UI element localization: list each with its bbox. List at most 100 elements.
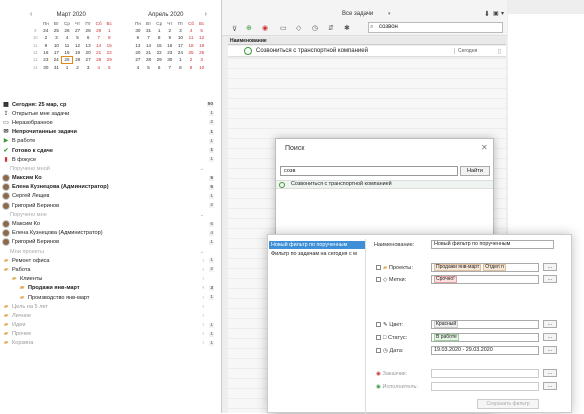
- person-item[interactable]: Григорий Беринов 2: [0, 201, 220, 210]
- sidebar-item[interactable]: ✔ Готово к сдаче 1: [0, 146, 220, 155]
- chevron-left-icon[interactable]: ‹: [202, 258, 204, 264]
- window-icon[interactable]: ▣: [493, 10, 499, 17]
- calendar-day[interactable]: 28: [143, 56, 154, 63]
- executor-more-button[interactable]: ...: [543, 382, 557, 390]
- calendar-day[interactable]: 24: [41, 27, 52, 34]
- project-tag[interactable]: Продажи янв-март: [434, 264, 482, 271]
- calendar-day[interactable]: 9: [186, 63, 197, 70]
- chevron-left-icon[interactable]: ‹: [202, 340, 204, 346]
- download-icon[interactable]: ⬇: [484, 10, 490, 18]
- calendar-day[interactable]: 7: [143, 34, 154, 41]
- section-header[interactable]: Мои проекты ⌄: [0, 247, 220, 256]
- filter-list-item[interactable]: Новый фильтр по порученным: [269, 241, 365, 249]
- color-field[interactable]: Красный: [431, 320, 539, 329]
- calendar-day[interactable]: 25: [186, 49, 197, 56]
- calendar-day[interactable]: 8: [175, 63, 186, 70]
- menu-icon[interactable]: ▾: [501, 10, 504, 17]
- chevron-left-icon[interactable]: ‹: [202, 276, 204, 282]
- calendar-day[interactable]: 19: [196, 42, 207, 49]
- filter-list-item[interactable]: Фильтр по задачам на сегодня с м: [269, 250, 365, 258]
- person-item[interactable]: Максим Ко 6: [0, 219, 220, 229]
- calendar-day[interactable]: 25: [51, 27, 62, 34]
- calendar-day[interactable]: 26: [196, 49, 207, 56]
- calendar-day[interactable]: 3: [175, 27, 186, 34]
- person-item[interactable]: Елена Кузнецова (Администратор) 4: [0, 229, 220, 238]
- project-item[interactable]: ▰ Цель на 5 лет ‹: [0, 302, 220, 311]
- calendar-day[interactable]: 7: [93, 34, 104, 41]
- calendar-day[interactable]: 14: [143, 42, 154, 49]
- calendar-day[interactable]: 1: [104, 27, 115, 34]
- column-header[interactable]: Наименование: [228, 37, 506, 45]
- calendar-day[interactable]: 15: [104, 42, 115, 49]
- calendar-day[interactable]: 8: [154, 34, 165, 41]
- sidebar-item[interactable]: ⇪ Открытые мне задачи 1: [0, 109, 220, 118]
- calendar-day[interactable]: 4: [62, 34, 73, 41]
- chevron-left-icon[interactable]: ‹: [202, 267, 204, 273]
- person-item[interactable]: Григорий Беринов 1: [0, 238, 220, 247]
- calendar-day[interactable]: 1: [154, 27, 165, 34]
- calendar-day[interactable]: 27: [83, 56, 94, 63]
- section-header[interactable]: Поручено мне ⌄: [0, 210, 220, 219]
- chevron-down-icon[interactable]: ⌄: [200, 212, 204, 218]
- calendar-day[interactable]: 27: [133, 56, 144, 63]
- status-field[interactable]: В работе: [431, 333, 539, 342]
- next-month-icon[interactable]: ›: [205, 11, 207, 18]
- calendar-day[interactable]: 4: [93, 63, 104, 70]
- sidebar-item[interactable]: ▭ Неразобранное 2: [0, 118, 220, 127]
- calendar-day[interactable]: 2: [165, 27, 176, 34]
- calendar-day[interactable]: 18: [62, 49, 73, 56]
- calendar-day[interactable]: 10: [175, 34, 186, 41]
- project-item[interactable]: ▰ Ремонт офиса ‹ 1: [0, 256, 220, 265]
- project-item[interactable]: ▰ Корзина ‹ 1: [0, 339, 220, 348]
- color-chip[interactable]: Красный: [434, 321, 459, 328]
- calendar-day[interactable]: 30: [41, 63, 52, 70]
- project-tag[interactable]: Отдел п: [483, 264, 506, 271]
- task-status-icon[interactable]: [244, 47, 252, 55]
- calendar-day[interactable]: 6: [83, 34, 94, 41]
- calendar-day[interactable]: 4: [186, 27, 197, 34]
- calendar-day[interactable]: 13: [83, 42, 94, 49]
- chevron-left-icon[interactable]: ‹: [202, 285, 204, 291]
- search-result[interactable]: Созвониться с транспортной компанией: [276, 180, 493, 189]
- clock-icon[interactable]: ◷: [312, 24, 318, 32]
- filter-icon[interactable]: ⊽: [232, 25, 237, 33]
- prev-month-icon[interactable]: ‹: [30, 11, 32, 18]
- settings-icon[interactable]: ✱: [344, 24, 350, 32]
- project-item[interactable]: ▰ Личное ‹: [0, 311, 220, 320]
- calendar-day[interactable]: 12: [72, 42, 83, 49]
- sidebar-item[interactable]: ✉ Непрочитанные задачи 1: [0, 128, 220, 137]
- chevron-left-icon[interactable]: ‹: [202, 331, 204, 337]
- calendar-day[interactable]: 2: [186, 56, 197, 63]
- project-item[interactable]: ▰ Продажи янв-март ‹ 3: [0, 284, 220, 293]
- chevron-left-icon[interactable]: ‹: [202, 322, 204, 328]
- calendar-day[interactable]: 21: [93, 49, 104, 56]
- tag-icon[interactable]: ◇: [296, 24, 301, 32]
- calendar-day[interactable]: 1: [175, 56, 186, 63]
- calendar-day[interactable]: 20: [133, 49, 144, 56]
- executor-field[interactable]: [431, 382, 539, 391]
- search-input[interactable]: созвон: [368, 22, 503, 33]
- chevron-left-icon[interactable]: ‹: [202, 304, 204, 310]
- calendar-day[interactable]: 24: [51, 56, 62, 63]
- calendar-day[interactable]: 4: [133, 63, 144, 70]
- calendar-day[interactable]: 11: [62, 42, 73, 49]
- calendar-day[interactable]: 28: [83, 27, 94, 34]
- calendar-day[interactable]: 27: [72, 27, 83, 34]
- calendar-day[interactable]: 15: [154, 42, 165, 49]
- calendar-day[interactable]: 31: [51, 63, 62, 70]
- calendar-day[interactable]: 17: [51, 49, 62, 56]
- tag-chip[interactable]: Срочно!: [434, 276, 457, 283]
- calendar-day[interactable]: 13: [133, 42, 144, 49]
- sidebar-item[interactable]: ▦ Сегодня: 25 мар, ср 50: [0, 100, 220, 109]
- tags-more-button[interactable]: ...: [543, 275, 557, 283]
- calendar-day[interactable]: 3: [51, 34, 62, 41]
- projects-more-button[interactable]: ...: [543, 263, 557, 271]
- calendar-day[interactable]: 24: [175, 49, 186, 56]
- calendar-day[interactable]: 10: [196, 63, 207, 70]
- chevron-down-icon[interactable]: ⌄: [200, 249, 204, 255]
- calendar-day[interactable]: 17: [175, 42, 186, 49]
- customer-field[interactable]: [431, 369, 539, 378]
- calendar-day[interactable]: 18: [186, 42, 197, 49]
- project-item[interactable]: ▰ Клиенты ‹: [0, 275, 220, 284]
- calendar-day[interactable]: 30: [133, 27, 144, 34]
